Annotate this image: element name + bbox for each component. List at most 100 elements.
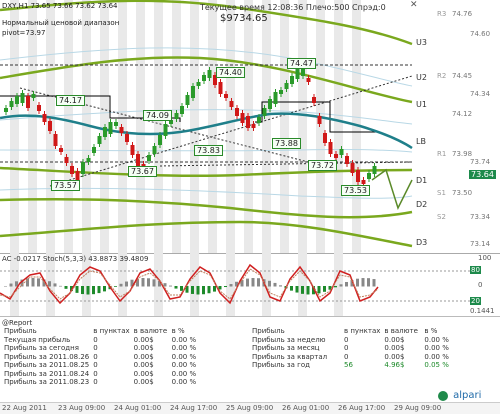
chart-symbol-ohlc: DXY,H1 73.65 73.66 73.62 73.64 [2, 2, 117, 10]
row-percent: 0.00 % [171, 344, 197, 352]
candle-body [125, 134, 129, 142]
time-tick: 24 Aug 17:00 [170, 404, 218, 412]
ac-bar [372, 279, 376, 287]
candle-body [130, 145, 135, 155]
table-row: Текущая прибыль 0 0.00$ 0.00 % [2, 336, 210, 345]
candle-body [372, 166, 377, 174]
price-tick: 74.76 [452, 10, 473, 18]
ac-bar [367, 278, 370, 287]
report-panel: @Report Прибыль в пунктах в валюте в % Т… [0, 316, 500, 403]
candle-body [361, 180, 366, 184]
time-tick: 26 Aug 17:00 [338, 404, 386, 412]
row-currency: 0.00$ [133, 344, 154, 352]
level-u1: U1 [416, 100, 427, 109]
chart-close-icon[interactable]: ✕ [410, 0, 418, 10]
ac-bar [295, 286, 299, 293]
header-cell: в % [424, 327, 438, 335]
row-label: Прибыль за год [252, 361, 310, 369]
chart-label: 74.47 [287, 58, 316, 69]
candle-body [323, 133, 327, 143]
row-points: 0 [344, 344, 349, 352]
ac-bar [229, 284, 233, 287]
candle-body [4, 108, 8, 112]
server-time-info: Текущее время 12:08:36 Плечо:500 Спрэд:0 [200, 3, 386, 12]
row-percent: 0.00 % [171, 352, 197, 361]
ac-bar [103, 286, 106, 292]
price-tick: 73.50 [452, 189, 473, 197]
candle-body [207, 70, 212, 78]
row-points: 0 [93, 361, 98, 369]
row-label: Прибыль за сегодня [4, 344, 79, 352]
candle-body [328, 142, 333, 154]
row-currency: 0.00$ [133, 378, 154, 386]
ac-bar [251, 278, 255, 287]
ac-bar [64, 286, 68, 289]
level-d2: D2 [416, 200, 428, 209]
row-points: 0 [93, 369, 98, 378]
candle-body [86, 158, 91, 162]
table-row: Прибыль за 2011.08.25 0 0.00$ 0.00 % [2, 361, 210, 370]
row-points: 0 [93, 335, 98, 344]
indicator-chart[interactable]: AC -0.0217 Stoch(5,3,3) 43.8873 39.4809 … [0, 253, 500, 316]
current-price-marker: 73.64 [469, 170, 496, 179]
table-row: Прибыль за квартал 0 0.00$ 0.00 % [250, 353, 462, 362]
row-points: 0 [93, 378, 98, 386]
price-tick: 74.34 [470, 90, 491, 98]
candle-body [119, 127, 124, 133]
candle-body [246, 116, 250, 128]
price-tick: 73.34 [470, 213, 491, 221]
time-tick: 23 Aug 09:00 [58, 404, 106, 412]
row-currency: 0.00$ [133, 361, 154, 369]
ac-bar [169, 285, 172, 287]
candle-body [224, 94, 228, 98]
row-label: Текущая прибыль [4, 335, 71, 344]
ac-bar [224, 286, 227, 288]
candle-body [158, 135, 162, 145]
ac-bar [4, 286, 7, 287]
row-percent: 0.00 % [424, 352, 449, 361]
moving-average-line [0, 112, 413, 150]
ac-bar [86, 286, 90, 295]
indicator-scale: 0.1441 [470, 307, 495, 315]
price-tick: 73.98 [452, 150, 473, 158]
level-s2: S2 [437, 213, 446, 221]
level-s1: S1 [437, 189, 446, 197]
header-cell: в % [171, 327, 185, 335]
ac-bar [97, 286, 101, 294]
indicator-scale: 0 [478, 281, 483, 289]
row-percent: 0.00 % [171, 369, 197, 378]
row-currency: 0.00$ [384, 352, 405, 361]
ac-bar [59, 285, 62, 287]
candle-body [97, 136, 102, 144]
candle-body [196, 82, 201, 86]
row-currency: 0.00$ [384, 344, 405, 352]
candle-body [9, 101, 14, 107]
price-chart[interactable]: DXY,H1 73.65 73.66 73.62 73.64 Нормальны… [0, 0, 500, 253]
candle-body [345, 156, 349, 164]
ac-bar [75, 286, 79, 293]
time-tick: 29 Aug 09:00 [394, 404, 442, 412]
ac-bar [152, 279, 156, 287]
candle-body [114, 122, 118, 126]
header-cell: в пунктах [93, 327, 130, 335]
row-currency: 0.00$ [133, 335, 154, 344]
report-title: @Report [2, 319, 33, 327]
row-points: 56 [344, 361, 353, 369]
ac-bar [273, 282, 277, 287]
ac-bar [257, 278, 260, 287]
candle-body [70, 166, 74, 174]
candle-body [42, 114, 47, 122]
ac-bar [191, 286, 194, 294]
ac-bar [279, 285, 282, 287]
candle-body [202, 75, 206, 81]
chart-label: 73.67 [128, 166, 157, 177]
candle-body [257, 117, 261, 123]
candle-body [163, 124, 168, 136]
ac-bar [141, 278, 145, 287]
table-row: Прибыль за 2011.08.24 0 0.00$ 0.00 % [2, 370, 210, 379]
ac-bar [207, 286, 211, 294]
time-tick: 24 Aug 01:00 [114, 404, 162, 412]
brand-name: alpari [453, 390, 482, 401]
row-points: 0 [344, 352, 349, 361]
time-tick: 22 Aug 2011 [2, 404, 47, 412]
